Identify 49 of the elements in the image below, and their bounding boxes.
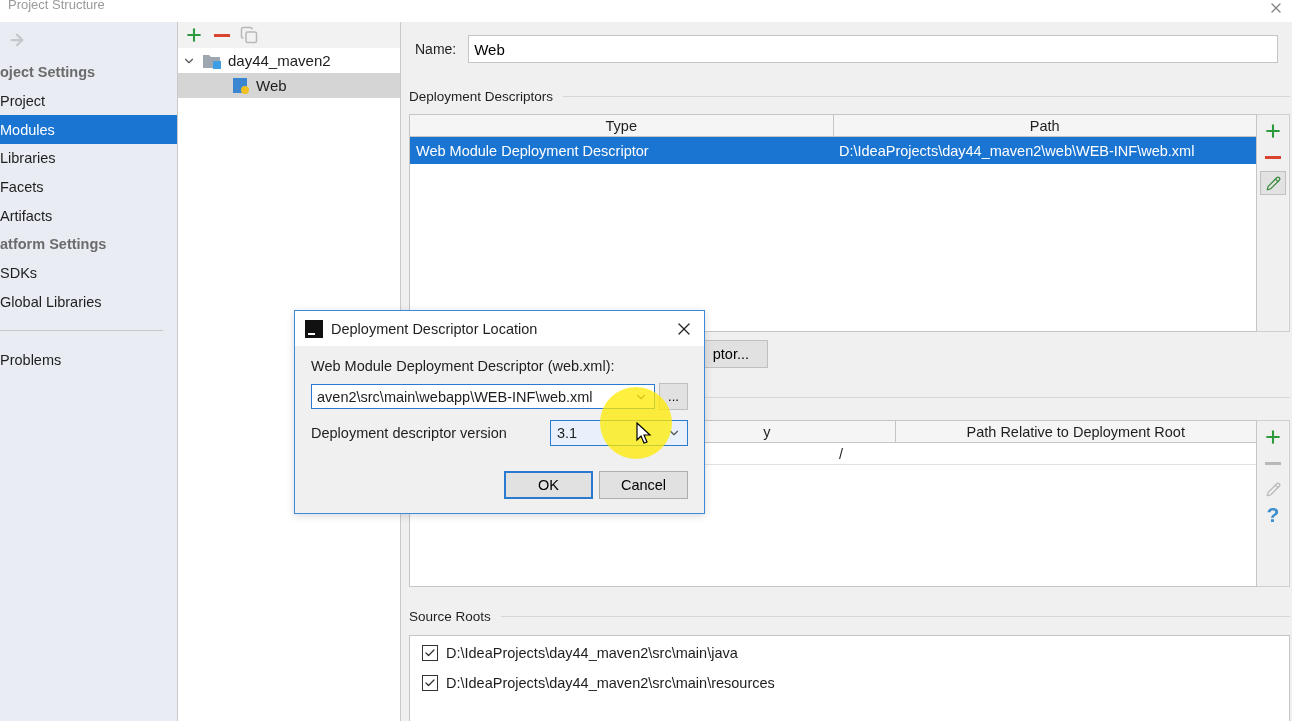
text: Web — [256, 77, 287, 94]
dialog-button[interactable]: Cancel — [599, 471, 688, 499]
section-title: Deployment Descriptors — [409, 89, 554, 104]
column-header: Path Relative to Deployment Root — [965, 422, 1186, 442]
checkbox[interactable] — [422, 675, 438, 691]
sidebar-item[interactable]: Global Libraries — [0, 287, 177, 317]
edit-button[interactable] — [1260, 171, 1286, 195]
sidebar-item[interactable]: Facets — [0, 172, 177, 202]
pencil-icon — [1265, 481, 1281, 497]
source-root-path: D:\IdeaProjects\day44_maven2\src\main\resources — [446, 675, 775, 691]
table-cell-text: / — [838, 444, 845, 464]
pencil-icon — [1265, 175, 1281, 191]
section-header: atform Settings — [0, 235, 108, 255]
dialog-button[interactable]: OK — [504, 471, 593, 499]
text: day44_maven2 — [228, 52, 331, 69]
dialog-title: Deployment Descriptor Location — [331, 320, 539, 337]
sidebar-item[interactable]: Artifacts — [0, 201, 177, 231]
window-title: Project Structure — [8, 0, 105, 12]
web-module-icon — [232, 76, 250, 95]
sidebar-item[interactable]: Problems — [0, 345, 177, 374]
descriptor-path-combo[interactable]: aven2\src\main\webapp\WEB-INF\web.xml — [311, 384, 655, 409]
column-header: Type — [410, 115, 834, 136]
cursor-icon — [636, 422, 652, 444]
check-icon — [424, 647, 436, 659]
sidebar-item[interactable]: Libraries — [0, 144, 177, 173]
section-title: Source Roots — [409, 609, 491, 624]
descriptor-label: Web Module Deployment Descriptor (web.xml): — [311, 358, 616, 374]
check-icon — [424, 677, 436, 689]
copy-icon[interactable] — [240, 26, 258, 44]
column-header: Path — [1028, 116, 1061, 136]
app-logo-icon — [305, 319, 323, 338]
plus-icon — [1263, 427, 1283, 447]
plus-icon — [1263, 121, 1283, 141]
name-label: Name: — [414, 41, 457, 57]
remove-icon — [214, 33, 230, 37]
table-cell-text: Web Module Deployment Descriptor — [415, 141, 650, 161]
sidebar-item[interactable]: SDKs — [0, 258, 177, 288]
tree-item[interactable]: Web — [178, 73, 400, 98]
minus-icon — [1265, 461, 1281, 465]
minus-icon — [1265, 155, 1281, 159]
table-cell-text: D:\IdeaProjects\day44_maven2\web\WEB-INF\web.xml — [838, 141, 1196, 161]
sidebar-item[interactable]: Modules — [0, 115, 177, 145]
table-row[interactable]: Web Module Deployment Descriptor D:\IdeaProjects\day44_maven2\web\WEB-INF\web.xml — [410, 137, 1256, 164]
section-header: oject Settings — [0, 63, 97, 83]
sidebar-item[interactable]: Project — [0, 86, 177, 116]
name-field[interactable]: Web — [468, 35, 1278, 63]
add-icon[interactable] — [184, 25, 204, 45]
checkbox[interactable] — [422, 645, 438, 661]
source-root-path: D:\IdeaProjects\day44_maven2\src\main\java — [446, 645, 738, 661]
